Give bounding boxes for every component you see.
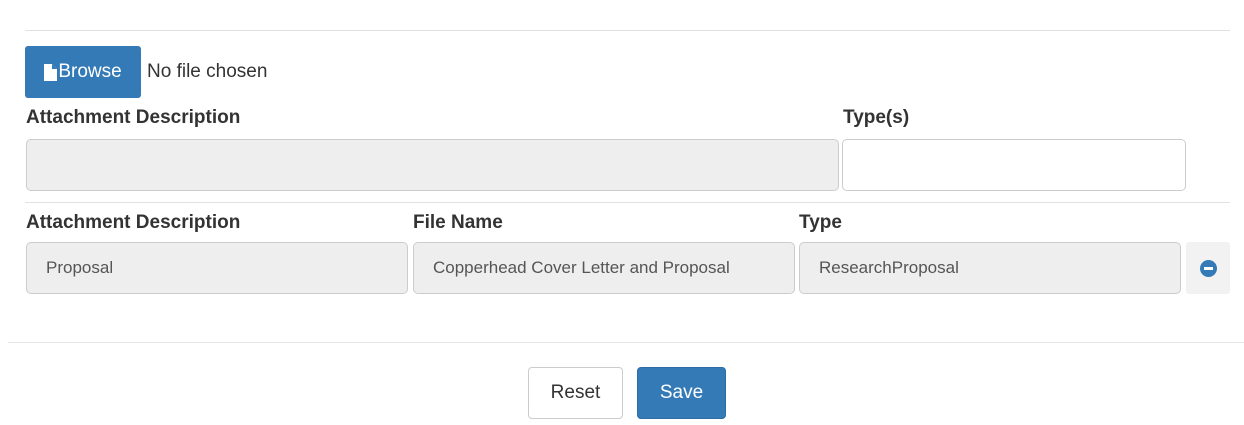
header-file-name: File Name [413, 212, 503, 233]
row-file-name-field[interactable]: Copperhead Cover Letter and Proposal [413, 242, 795, 294]
types-label: Type(s) [843, 107, 910, 128]
save-button[interactable]: Save [637, 367, 726, 419]
attachment-description-input[interactable] [26, 139, 839, 191]
browse-button-label: Browse [58, 61, 122, 82]
file-upload-row: Browse No file chosen [25, 46, 267, 98]
file-status: No file chosen [147, 61, 268, 82]
row-type-field[interactable]: ResearchProposal [799, 242, 1181, 294]
bottom-divider [8, 342, 1244, 343]
reset-button[interactable]: Reset [528, 367, 623, 419]
file-icon [44, 63, 58, 81]
minus-circle-icon [1199, 259, 1217, 277]
browse-button[interactable]: Browse [25, 46, 141, 98]
types-input[interactable] [842, 139, 1186, 191]
header-type: Type [799, 212, 842, 233]
middle-divider [25, 202, 1230, 203]
remove-attachment-button[interactable] [1186, 242, 1230, 294]
row-description-field[interactable]: Proposal [26, 242, 408, 294]
header-attachment-description: Attachment Description [26, 212, 241, 233]
attachment-description-label: Attachment Description [26, 107, 241, 128]
top-divider [25, 30, 1230, 31]
